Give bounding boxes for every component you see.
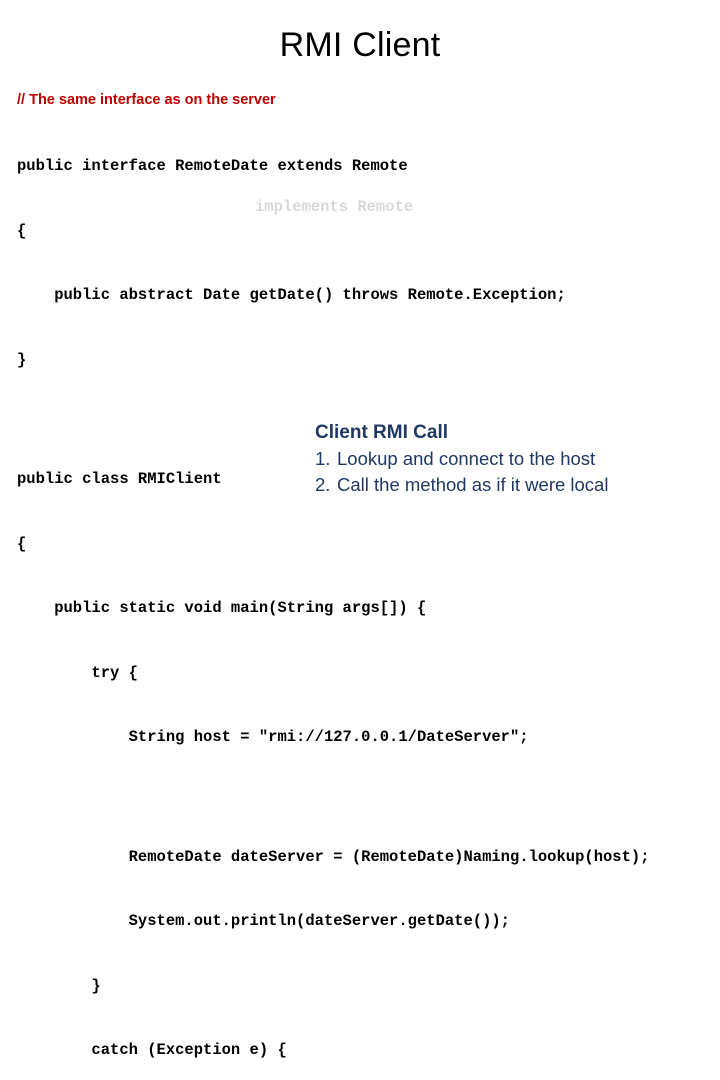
list-item: 2. Call the method as if it were local bbox=[315, 472, 608, 498]
page-title: RMI Client bbox=[279, 26, 441, 64]
code-line: } bbox=[17, 350, 27, 369]
code-line: public abstract Date getDate() throws Re… bbox=[17, 286, 566, 304]
code-line: { bbox=[17, 221, 27, 240]
code-line: String host = "rmi://127.0.0.1/DateServe… bbox=[17, 728, 529, 746]
slide: RMI Client // The same interface as on t… bbox=[0, 0, 720, 1059]
list-item: 1. Lookup and connect to the host bbox=[315, 446, 608, 472]
code-line: } bbox=[17, 976, 101, 995]
callout-list: 1. Lookup and connect to the host 2. Cal… bbox=[315, 446, 608, 498]
callout-box: Client RMI Call 1. Lookup and connect to… bbox=[315, 421, 608, 498]
list-item-label: Call the method as if it were local bbox=[337, 474, 609, 495]
code-line: catch (Exception e) { bbox=[17, 1041, 287, 1059]
code-block: public interface RemoteDate extends Remo… bbox=[17, 113, 707, 1080]
list-item-number: 1. bbox=[315, 448, 331, 469]
code-line: { bbox=[17, 534, 27, 553]
code-line: try { bbox=[17, 663, 138, 682]
code-line: RemoteDate dateServer = (RemoteDate)Nami… bbox=[17, 847, 650, 866]
code-line: public interface RemoteDate extends Remo… bbox=[17, 157, 408, 175]
code-comment: // The same interface as on the server bbox=[17, 92, 276, 108]
list-item-number: 2. bbox=[315, 474, 331, 495]
code-line: public static void main(String args[]) { bbox=[17, 599, 427, 617]
callout-title: Client RMI Call bbox=[315, 422, 449, 443]
code-line: System.out.println(dateServer.getDate())… bbox=[17, 912, 510, 930]
list-item-label: Lookup and connect to the host bbox=[337, 448, 596, 469]
